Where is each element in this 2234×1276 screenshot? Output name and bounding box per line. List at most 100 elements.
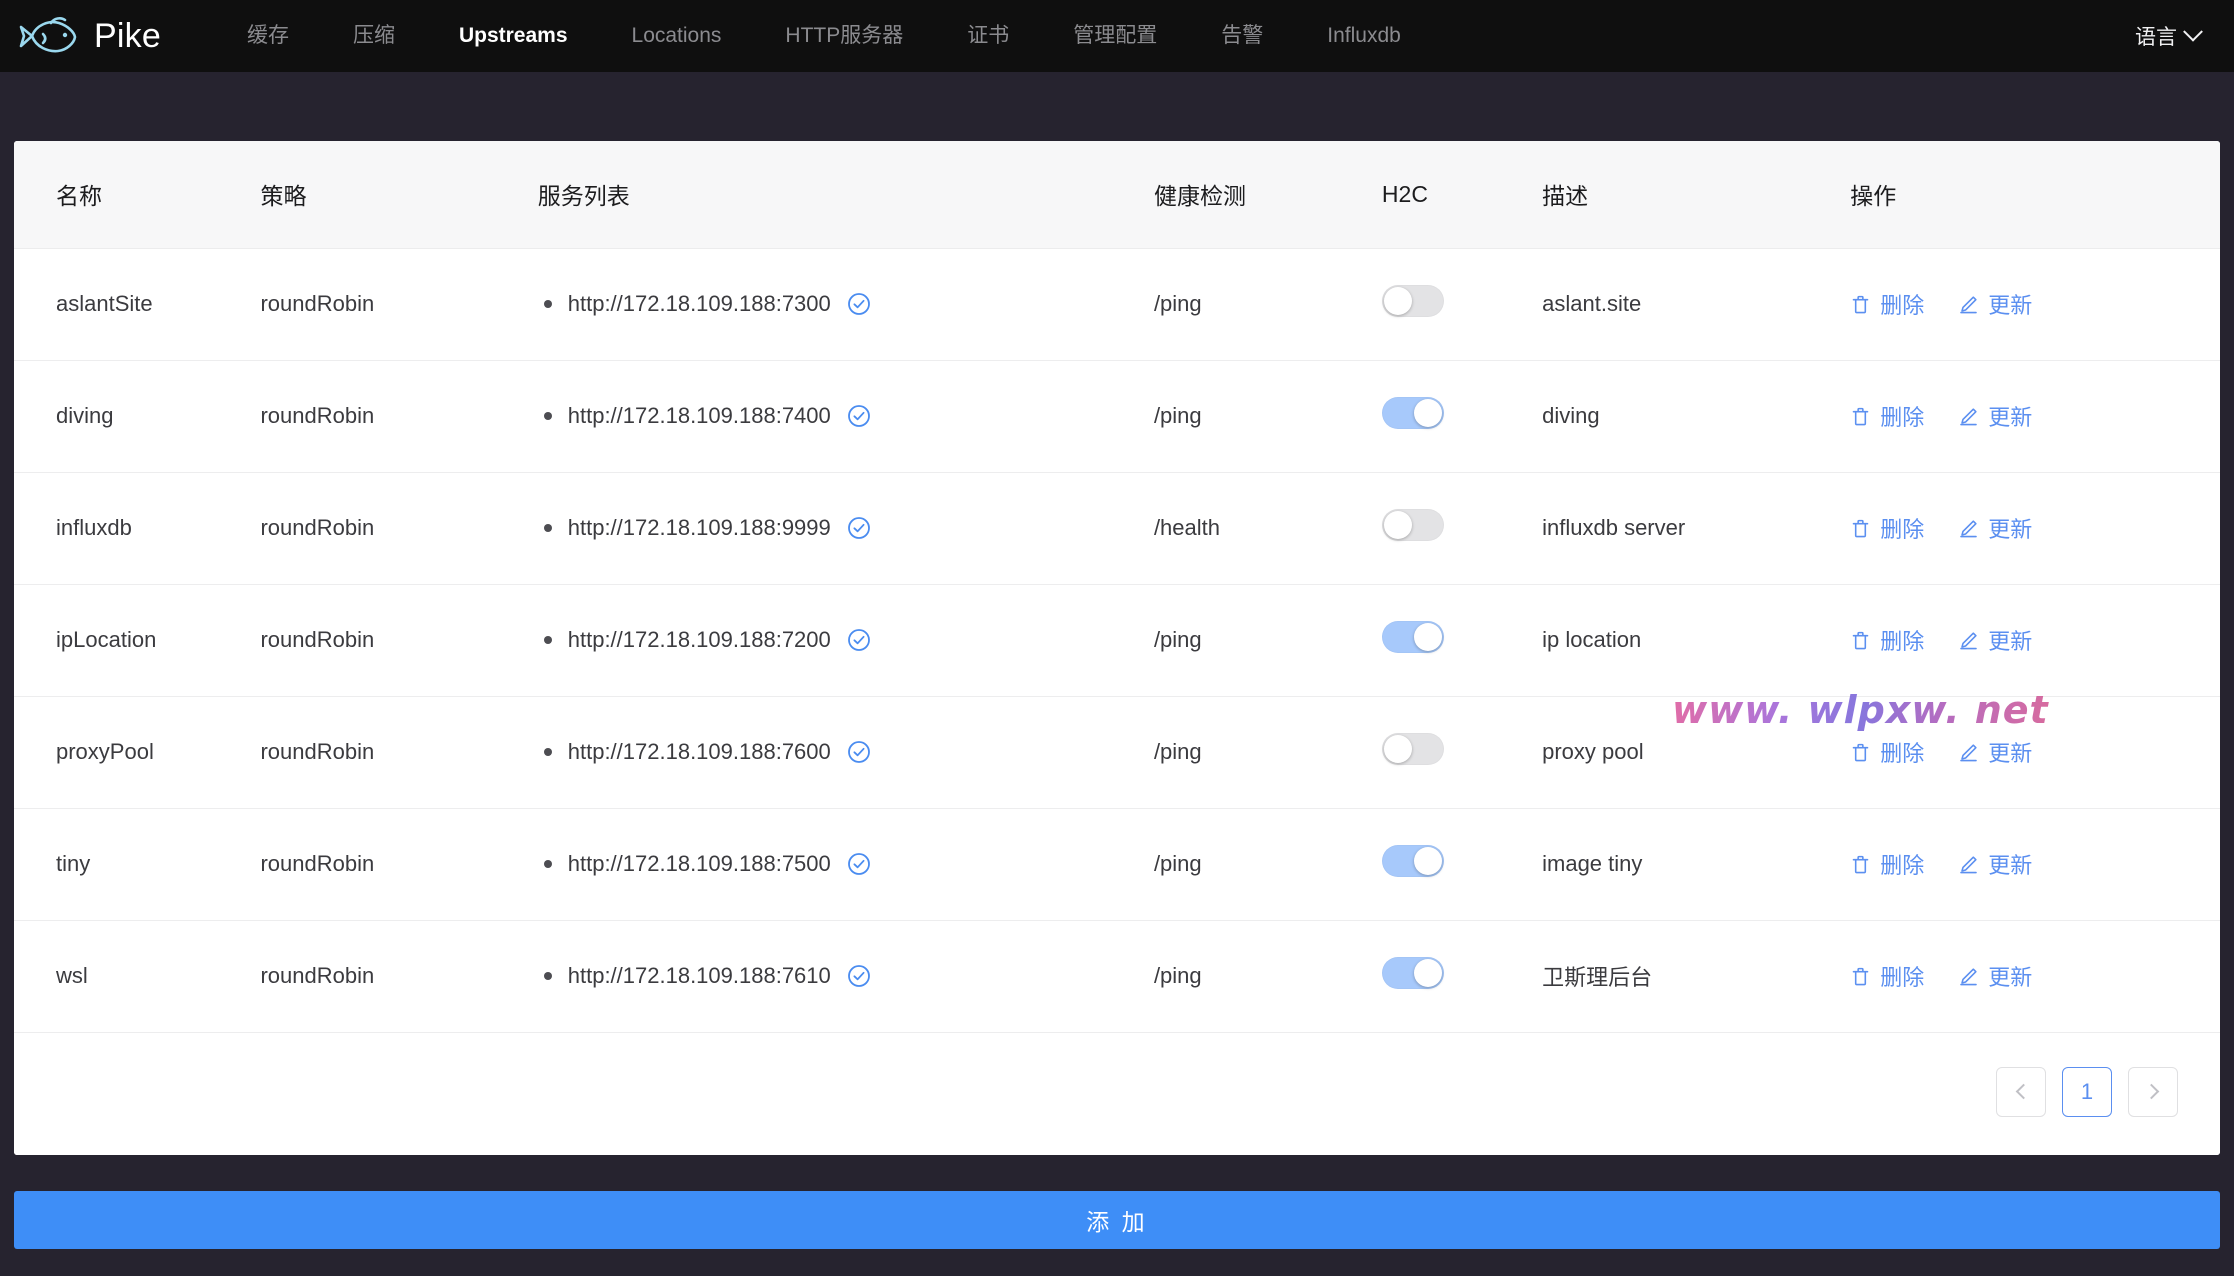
cell-h2c	[1381, 360, 1543, 473]
cell-services: http://172.18.109.188:7300	[537, 248, 1154, 361]
add-upstream-button[interactable]: 添 加	[14, 1191, 2220, 1249]
delete-label: 删除	[1880, 405, 1925, 430]
cell-name: tiny	[14, 808, 261, 921]
chevron-left-icon	[2015, 1083, 2031, 1100]
cell-policy: roundRobin	[260, 920, 538, 1033]
delete-button[interactable]: 删除	[1850, 512, 1924, 544]
service-url: http://172.18.109.188:7500	[567, 851, 831, 876]
cell-policy: roundRobin	[260, 472, 538, 585]
cell-services: http://172.18.109.188:7610	[537, 920, 1154, 1033]
cell-actions: 删除 更新	[1850, 696, 2220, 809]
column-header-health: 健康检测	[1153, 141, 1382, 249]
nav-item-cache[interactable]: 缓存	[215, 0, 321, 72]
delete-label: 删除	[1880, 741, 1925, 766]
cell-actions: 删除 更新	[1850, 360, 2220, 473]
cell-name: wsl	[14, 920, 261, 1033]
bullet-icon	[543, 748, 552, 756]
nav-item-influxdb[interactable]: Influxdb	[1295, 0, 1433, 72]
chevron-down-icon	[2183, 21, 2203, 42]
trash-icon	[1852, 967, 1869, 985]
cell-services: http://172.18.109.188:7200	[537, 584, 1154, 697]
cell-health: /ping	[1153, 808, 1382, 921]
pencil-icon	[1960, 855, 1978, 873]
table-row: influxdb roundRobin http://172.18.109.188:…	[14, 472, 2220, 585]
nav-item-certificate[interactable]: 证书	[935, 0, 1041, 72]
update-button[interactable]: 更新	[1958, 736, 2032, 768]
language-selector[interactable]: 语言	[2135, 21, 2206, 51]
cell-services: http://172.18.109.188:9999	[537, 472, 1154, 585]
cell-h2c	[1381, 584, 1543, 697]
nav-item-compress[interactable]: 压缩	[321, 0, 427, 72]
cell-policy: roundRobin	[260, 696, 538, 809]
table-row: wsl roundRobin http://172.18.109.188:7610 /…	[14, 920, 2220, 1033]
nav-item-upstreams[interactable]: Upstreams	[427, 0, 600, 72]
update-button[interactable]: 更新	[1958, 624, 2032, 656]
toggle-knob	[1413, 847, 1442, 875]
delete-button[interactable]: 删除	[1850, 288, 1924, 320]
delete-label: 删除	[1880, 517, 1925, 542]
toggle-knob	[1413, 623, 1442, 651]
h2c-toggle[interactable]	[1381, 285, 1444, 317]
cell-description: influxdb server	[1542, 472, 1851, 585]
delete-button[interactable]: 删除	[1850, 736, 1924, 768]
cell-h2c	[1381, 696, 1543, 809]
update-button[interactable]: 更新	[1958, 512, 2032, 544]
table-row: ipLocation roundRobin http://172.18.109.18…	[14, 584, 2220, 697]
trash-icon	[1852, 743, 1869, 761]
pagination-page-1[interactable]: 1	[2062, 1066, 2112, 1117]
delete-button[interactable]: 删除	[1850, 400, 1924, 432]
h2c-toggle[interactable]	[1381, 957, 1444, 989]
pencil-icon	[1960, 407, 1978, 425]
check-circle-icon	[847, 517, 870, 539]
nav-item-alarm[interactable]: 告警	[1189, 0, 1295, 72]
update-button[interactable]: 更新	[1958, 400, 2032, 432]
delete-button[interactable]: 删除	[1850, 624, 1924, 656]
pagination-prev-button[interactable]	[1996, 1066, 2046, 1117]
upstreams-card: 名称 策略 服务列表 健康检测 H2C 描述 操作 aslantSite roun…	[14, 141, 2220, 1155]
table-header-row: 名称 策略 服务列表 健康检测 H2C 描述 操作	[14, 141, 2220, 249]
cell-name: diving	[14, 360, 261, 473]
service-url: http://172.18.109.188:7300	[567, 291, 831, 316]
fish-icon	[19, 17, 77, 53]
cell-services: http://172.18.109.188:7400	[537, 360, 1154, 473]
cell-policy: roundRobin	[260, 808, 538, 921]
pencil-icon	[1960, 743, 1978, 761]
delete-button[interactable]: 删除	[1850, 960, 1924, 992]
cell-description: 卫斯理后台	[1542, 920, 1851, 1033]
toggle-knob	[1383, 511, 1412, 539]
update-button[interactable]: 更新	[1958, 848, 2032, 880]
cell-health: /ping	[1153, 360, 1382, 473]
cell-h2c	[1381, 472, 1543, 585]
table-row: aslantSite roundRobin http://172.18.109.18…	[14, 248, 2220, 361]
nav-item-admin-config[interactable]: 管理配置	[1041, 0, 1189, 72]
trash-icon	[1852, 855, 1869, 873]
update-label: 更新	[1988, 405, 2033, 430]
cell-services: http://172.18.109.188:7600	[537, 696, 1154, 809]
cell-actions: 删除 更新	[1850, 472, 2220, 585]
bullet-icon	[543, 972, 552, 980]
pencil-icon	[1960, 631, 1978, 649]
service-url: http://172.18.109.188:7200	[567, 627, 831, 652]
brand-logo-link[interactable]: Pike	[18, 14, 161, 58]
brand-name: Pike	[94, 16, 161, 55]
bullet-icon	[543, 524, 552, 532]
update-button[interactable]: 更新	[1958, 288, 2032, 320]
delete-button[interactable]: 删除	[1850, 848, 1924, 880]
cell-health: /ping	[1153, 584, 1382, 697]
cell-h2c	[1381, 808, 1543, 921]
column-header-name: 名称	[14, 141, 261, 249]
toggle-knob	[1413, 399, 1442, 427]
cell-description: diving	[1542, 360, 1851, 473]
cell-health: /ping	[1153, 248, 1382, 361]
h2c-toggle[interactable]	[1381, 845, 1444, 877]
nav-item-locations[interactable]: Locations	[600, 0, 754, 72]
h2c-toggle[interactable]	[1381, 621, 1444, 653]
h2c-toggle[interactable]	[1381, 397, 1444, 429]
h2c-toggle[interactable]	[1381, 733, 1444, 765]
cell-name: proxyPool	[14, 696, 261, 809]
update-button[interactable]: 更新	[1958, 960, 2032, 992]
nav-item-http-server[interactable]: HTTP服务器	[753, 0, 935, 72]
cell-policy: roundRobin	[260, 360, 538, 473]
h2c-toggle[interactable]	[1381, 509, 1444, 541]
pagination-next-button[interactable]	[2128, 1066, 2178, 1117]
